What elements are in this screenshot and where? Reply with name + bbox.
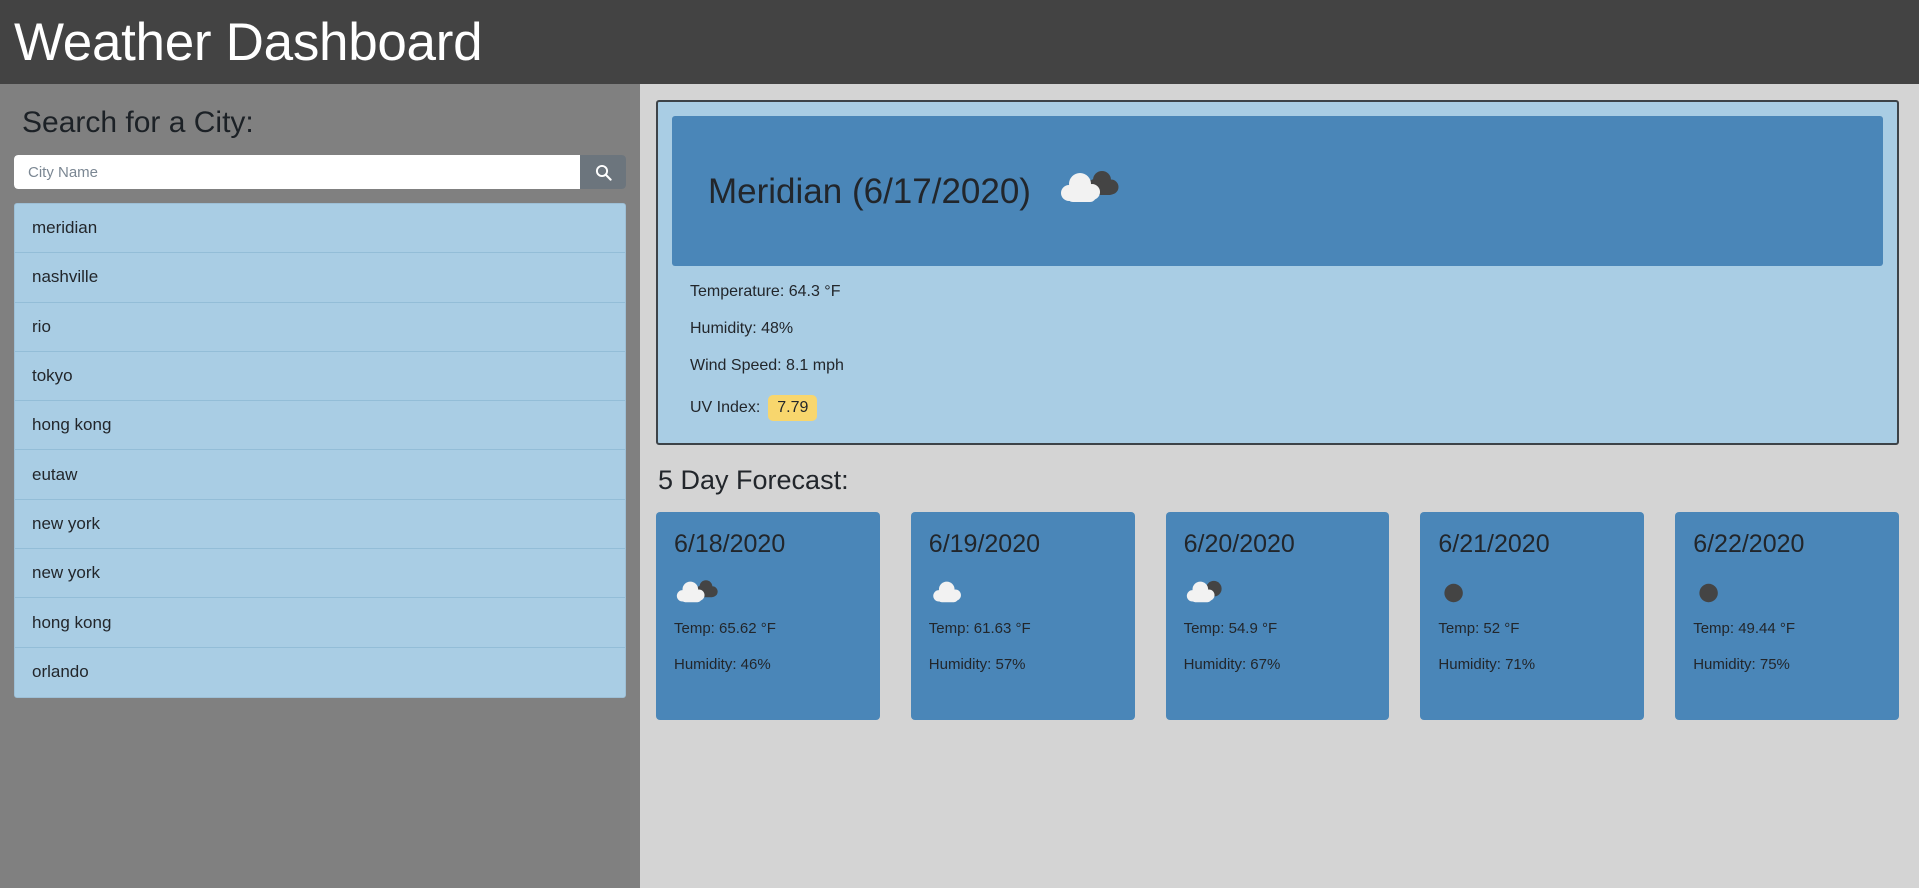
- list-item[interactable]: new york: [15, 549, 625, 599]
- forecast-temp: Temp: 65.62 °F: [674, 620, 776, 638]
- page-body: Search for a City: meridian nashville ri…: [0, 84, 1919, 888]
- forecast-date: 6/20/2020: [1183, 530, 1295, 559]
- list-item[interactable]: hong kong: [15, 598, 625, 648]
- city-name: hong kong: [32, 612, 112, 632]
- list-item[interactable]: tokyo: [15, 351, 625, 402]
- forecast-date: 6/18/2020: [674, 530, 786, 559]
- current-weather-card: Meridian (6/17/2020) Temperature: 64.3 °…: [656, 100, 1899, 445]
- current-city-title: Meridian (6/17/2020): [708, 171, 1031, 211]
- current-uv-index: UV Index: 7.79: [690, 395, 1883, 421]
- city-name: meridian: [32, 218, 98, 238]
- forecast-humidity: Humidity: 67%: [1183, 656, 1281, 674]
- list-item[interactable]: new york: [15, 499, 625, 550]
- current-weather-header: Meridian (6/17/2020): [672, 116, 1883, 266]
- list-item[interactable]: meridian: [15, 204, 625, 254]
- few-clouds-icon: [1184, 573, 1390, 613]
- forecast-card: 6/22/2020 Temp: 49.44 °F Humidity: 75%: [1675, 512, 1899, 721]
- forecast-card: 6/21/2020 Temp: 52 °F Humidity: 71%: [1420, 512, 1645, 721]
- forecast-row: 6/18/2020 Temp: 65.62 °F Humidity: 46% 6…: [656, 512, 1899, 721]
- forecast-heading: 5 Day Forecast:: [658, 465, 849, 495]
- forecast-humidity: Humidity: 75%: [1693, 656, 1790, 674]
- forecast-card: 6/18/2020 Temp: 65.62 °F Humidity: 46%: [656, 512, 880, 721]
- current-temperature: Temperature: 64.3 °F: [690, 283, 841, 300]
- forecast-temp: Temp: 54.9 °F: [1183, 620, 1278, 638]
- forecast-humidity: Humidity: 71%: [1438, 656, 1536, 674]
- city-name: new york: [32, 563, 101, 583]
- forecast-temp: Temp: 61.63 °F: [928, 620, 1031, 638]
- forecast-humidity: Humidity: 46%: [674, 656, 771, 674]
- search-icon: [595, 164, 612, 181]
- city-name: rio: [32, 316, 51, 336]
- forecast-date: 6/22/2020: [1693, 530, 1805, 559]
- current-wind-speed: Wind Speed: 8.1 mph: [690, 357, 844, 374]
- broken-clouds-icon: [674, 573, 880, 613]
- current-humidity: Humidity: 48%: [690, 320, 794, 337]
- city-name: eutaw: [32, 464, 78, 484]
- forecast-date: 6/19/2020: [928, 530, 1041, 559]
- uv-index-label: UV Index:: [690, 399, 761, 416]
- list-item[interactable]: hong kong: [15, 401, 625, 451]
- forecast-card: 6/20/2020 Temp: 54.9 °F Humidity: 67%: [1165, 512, 1390, 721]
- search-input[interactable]: [14, 155, 580, 189]
- page-header: Weather Dashboard: [0, 0, 1919, 84]
- forecast-card: 6/19/2020 Temp: 61.63 °F Humidity: 57%: [910, 512, 1135, 721]
- search-button[interactable]: [580, 155, 626, 189]
- page-title: Weather Dashboard: [14, 12, 483, 72]
- city-name: nashville: [32, 267, 99, 287]
- city-name: tokyo: [32, 366, 73, 386]
- forecast-temp: Temp: 52 °F: [1438, 620, 1520, 638]
- search-history-list: meridian nashville rio tokyo hong kong e…: [14, 203, 626, 698]
- forecast-date: 6/21/2020: [1438, 530, 1550, 559]
- sidebar: Search for a City: meridian nashville ri…: [0, 84, 640, 888]
- city-name: new york: [32, 513, 101, 533]
- clear-sky-icon: [1693, 573, 1899, 613]
- city-name: orlando: [32, 662, 89, 682]
- broken-clouds-icon: [1057, 167, 1119, 216]
- city-name: hong kong: [32, 415, 112, 435]
- current-weather-stats: Temperature: 64.3 °F Humidity: 48% Wind …: [672, 266, 1883, 421]
- uv-index-badge: 7.79: [768, 395, 818, 421]
- main-content: Meridian (6/17/2020) Temperature: 64.3 °…: [640, 84, 1919, 888]
- list-item[interactable]: rio: [15, 302, 625, 352]
- list-item[interactable]: nashville: [15, 253, 625, 303]
- overcast-cloud-icon: [929, 573, 1135, 613]
- search-heading: Search for a City:: [22, 106, 254, 139]
- clear-sky-icon: [1438, 573, 1644, 613]
- search-form: [14, 155, 626, 189]
- list-item[interactable]: orlando: [15, 647, 625, 697]
- forecast-humidity: Humidity: 57%: [928, 656, 1026, 674]
- forecast-temp: Temp: 49.44 °F: [1693, 620, 1796, 638]
- list-item[interactable]: eutaw: [15, 450, 625, 500]
